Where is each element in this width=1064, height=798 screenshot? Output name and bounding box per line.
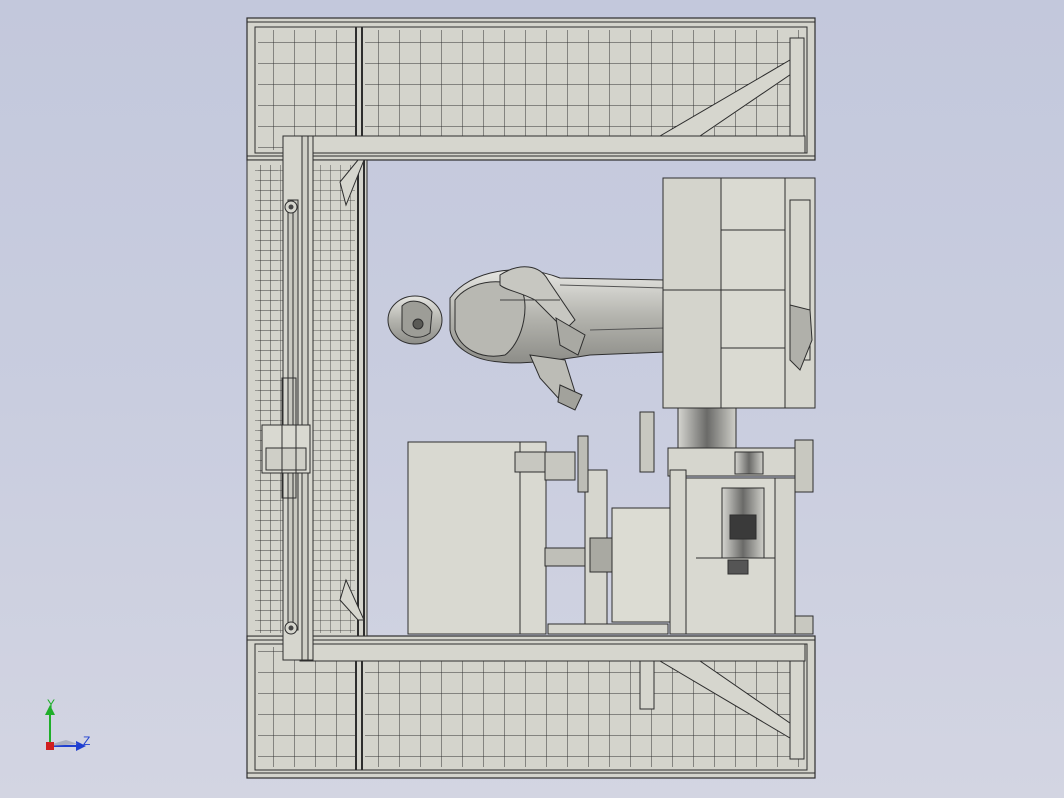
z-axis-label: Z: [83, 734, 90, 748]
upper-cabinet: [662, 177, 816, 409]
top-fence-panel: [246, 17, 816, 161]
y-axis-label: Y: [47, 697, 55, 711]
axis-triad: Y Z: [45, 697, 90, 751]
rotary-column: [667, 407, 804, 477]
bottom-fence-panel: [246, 635, 816, 779]
drive-assembly: [514, 411, 814, 635]
human-figure: [387, 266, 666, 411]
origin-marker: [46, 742, 54, 750]
cad-viewport[interactable]: Y Z: [0, 0, 1064, 798]
